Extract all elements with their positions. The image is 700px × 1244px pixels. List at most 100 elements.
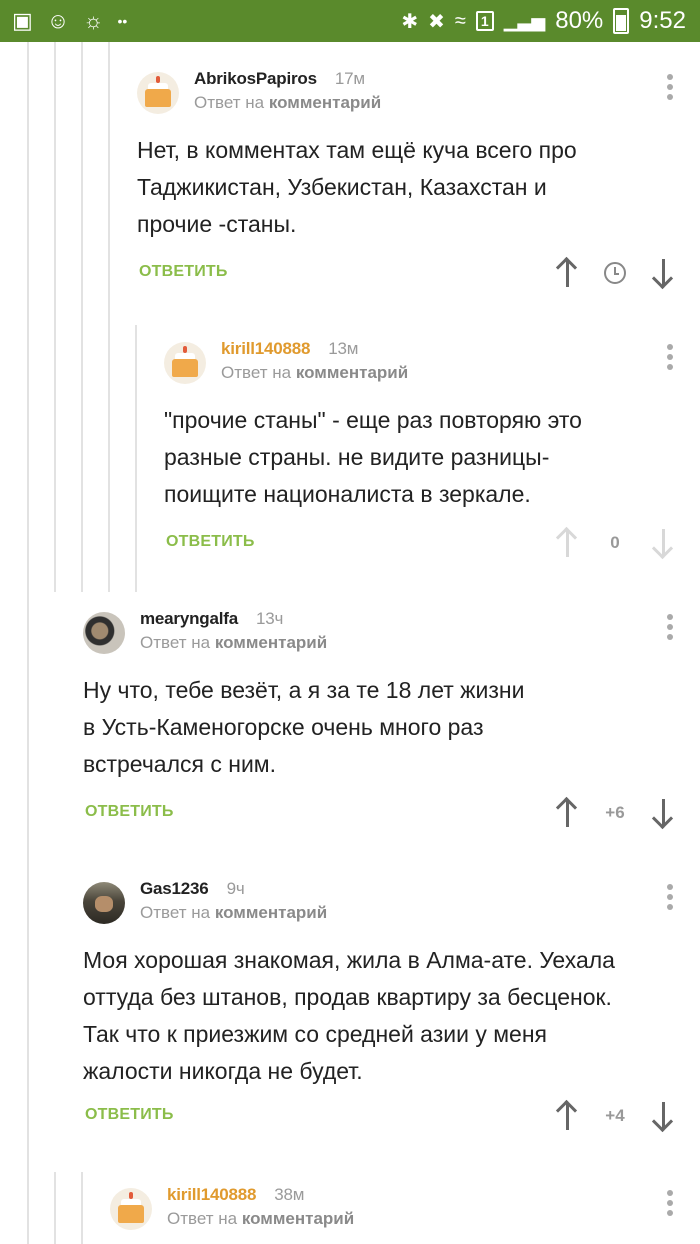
comment-line: "прочие станы" - еще раз повторяю это [164, 407, 582, 433]
comment-header: kirill140888 13м Ответ на комментарий [164, 336, 674, 386]
comment-header: kirill140888 38м Ответ на комментарий [110, 1182, 674, 1232]
reply-to-prefix: Ответ на [194, 93, 265, 112]
signal-icon: ▁▃▅ [503, 10, 546, 31]
avatar[interactable] [83, 882, 125, 924]
reply-button[interactable]: ОТВЕТИТЬ [139, 263, 228, 281]
comment-line: Таджикистан, Узбекистан, Казахстан и [137, 174, 547, 200]
comment-line: Ну что, тебе везёт, а я за те 18 лет жиз… [83, 677, 525, 703]
reply-to-link[interactable]: комментарий [215, 633, 327, 652]
comment-actions: ОТВЕТИТЬ +4 [83, 1099, 674, 1134]
comment: kirill140888 13м Ответ на комментарий "пр… [164, 336, 674, 561]
mute-icon: ✖ [428, 10, 445, 33]
comment-time: 13м [328, 339, 359, 358]
upvote-icon[interactable] [555, 796, 578, 829]
vote-score: +4 [605, 1106, 625, 1125]
default-avatar-icon [118, 1192, 144, 1223]
reply-to-line: Ответ на комментарий [194, 93, 381, 113]
comment-line: встречался с ним. [83, 751, 276, 777]
downvote-icon[interactable] [651, 257, 674, 290]
vote-score: +6 [605, 803, 625, 822]
thread-line [135, 325, 137, 592]
comment-line: оттуда без штанов, продав квартиру за бе… [83, 984, 612, 1010]
more-options-icon[interactable] [666, 344, 674, 374]
reply-to-link[interactable]: комментарий [215, 903, 327, 922]
downvote-icon[interactable] [651, 1100, 674, 1133]
thread-line [108, 42, 110, 592]
reply-to-line: Ответ на комментарий [140, 633, 327, 653]
author-name[interactable]: kirill140888 [167, 1185, 256, 1204]
reply-button[interactable]: ОТВЕТИТЬ [85, 803, 174, 821]
more-options-icon[interactable] [666, 1190, 674, 1220]
reply-to-prefix: Ответ на [140, 633, 211, 652]
reply-button[interactable]: ОТВЕТИТЬ [85, 1106, 174, 1124]
comment-author[interactable]: Gas1236 9ч [140, 879, 245, 899]
status-bar: ▣ ☺ ☼ •• ✱ ✖ ≈ 1 ▁▃▅ 80% 9:52 [0, 0, 700, 42]
comment-author[interactable]: mearyngalfa 13ч [140, 609, 283, 629]
thread-line [54, 1172, 56, 1244]
comment-actions: ОТВЕТИТЬ [137, 256, 674, 291]
upvote-icon[interactable] [555, 526, 578, 559]
downvote-icon[interactable] [651, 527, 674, 560]
thread-line [81, 1172, 83, 1244]
reply-button[interactable]: ОТВЕТИТЬ [166, 533, 255, 551]
reply-to-link[interactable]: комментарий [296, 363, 408, 382]
comment-time: 9ч [226, 879, 245, 898]
comment-time: 17м [334, 69, 365, 88]
vote-controls: +4 [555, 1099, 674, 1134]
comment-line: Нет, в комментах там ещё куча всего про [137, 137, 577, 163]
comment-author[interactable]: AbrikosPapiros 17м [194, 69, 365, 89]
comment: kirill140888 38м Ответ на комментарий [110, 1182, 674, 1232]
clock-icon [604, 262, 626, 284]
comment: Gas1236 9ч Ответ на комментарий Моя хорош… [83, 876, 674, 1134]
comment: mearyngalfa 13ч Ответ на комментарий Ну ч… [83, 606, 674, 831]
sim-badge: 1 [475, 11, 494, 31]
author-name[interactable]: AbrikosPapiros [194, 69, 317, 88]
vote-controls: +6 [555, 796, 674, 831]
comment-header: AbrikosPapiros 17м Ответ на комментарий [137, 66, 674, 116]
comment-author[interactable]: kirill140888 38м [167, 1185, 304, 1205]
avatar[interactable] [164, 342, 206, 384]
reply-to-prefix: Ответ на [221, 363, 292, 382]
thread-line [81, 42, 83, 592]
comment-author[interactable]: kirill140888 13м [221, 339, 358, 359]
comment-line: разные страны. не видите разницы- [164, 444, 550, 470]
thread-line [27, 42, 29, 1244]
upvote-icon[interactable] [555, 256, 578, 289]
battery-icon [613, 8, 630, 34]
thread-line [54, 42, 56, 592]
vote-controls: 0 [555, 526, 674, 561]
author-name[interactable]: mearyngalfa [140, 609, 238, 628]
vote-score: 0 [610, 533, 620, 552]
comment-text: "прочие станы" - еще раз повторяю это ра… [164, 402, 674, 513]
reply-to-line: Ответ на комментарий [140, 903, 327, 923]
more-options-icon[interactable] [666, 74, 674, 104]
reply-to-link[interactable]: комментарий [269, 93, 381, 112]
reply-to-prefix: Ответ на [167, 1209, 238, 1228]
comment-line: поищите националиста в зеркале. [164, 481, 531, 507]
comment-line: в Усть-Каменогорске очень много раз [83, 714, 484, 740]
default-avatar-icon [145, 76, 171, 107]
comment-line: Моя хорошая знакомая, жила в Алма-ате. У… [83, 947, 615, 973]
reply-to-line: Ответ на комментарий [221, 363, 408, 383]
clock-time: 9:52 [639, 7, 686, 34]
comment-text: Ну что, тебе везёт, а я за те 18 лет жиз… [83, 672, 674, 783]
comment-text: Моя хорошая знакомая, жила в Алма-ате. У… [83, 942, 674, 1090]
bluetooth-icon: ✱ [401, 10, 419, 33]
downvote-icon[interactable] [651, 797, 674, 830]
account-notification-icon: ☺ [46, 8, 70, 33]
comment-actions: ОТВЕТИТЬ 0 [164, 526, 674, 561]
comment-text: Нет, в комментах там ещё куча всего про … [137, 132, 674, 243]
author-name[interactable]: kirill140888 [221, 339, 310, 358]
comment-line: жалости никогда не будет. [83, 1058, 363, 1084]
author-name[interactable]: Gas1236 [140, 879, 209, 898]
more-options-icon[interactable] [666, 884, 674, 914]
avatar[interactable] [137, 72, 179, 114]
avatar[interactable] [83, 612, 125, 654]
reply-to-link[interactable]: комментарий [242, 1209, 354, 1228]
comment-actions: ОТВЕТИТЬ +6 [83, 796, 674, 831]
more-options-icon[interactable] [666, 614, 674, 644]
default-avatar-icon [172, 346, 198, 377]
avatar[interactable] [110, 1188, 152, 1230]
upvote-icon[interactable] [555, 1099, 578, 1132]
wifi-icon: ≈ [454, 9, 466, 32]
